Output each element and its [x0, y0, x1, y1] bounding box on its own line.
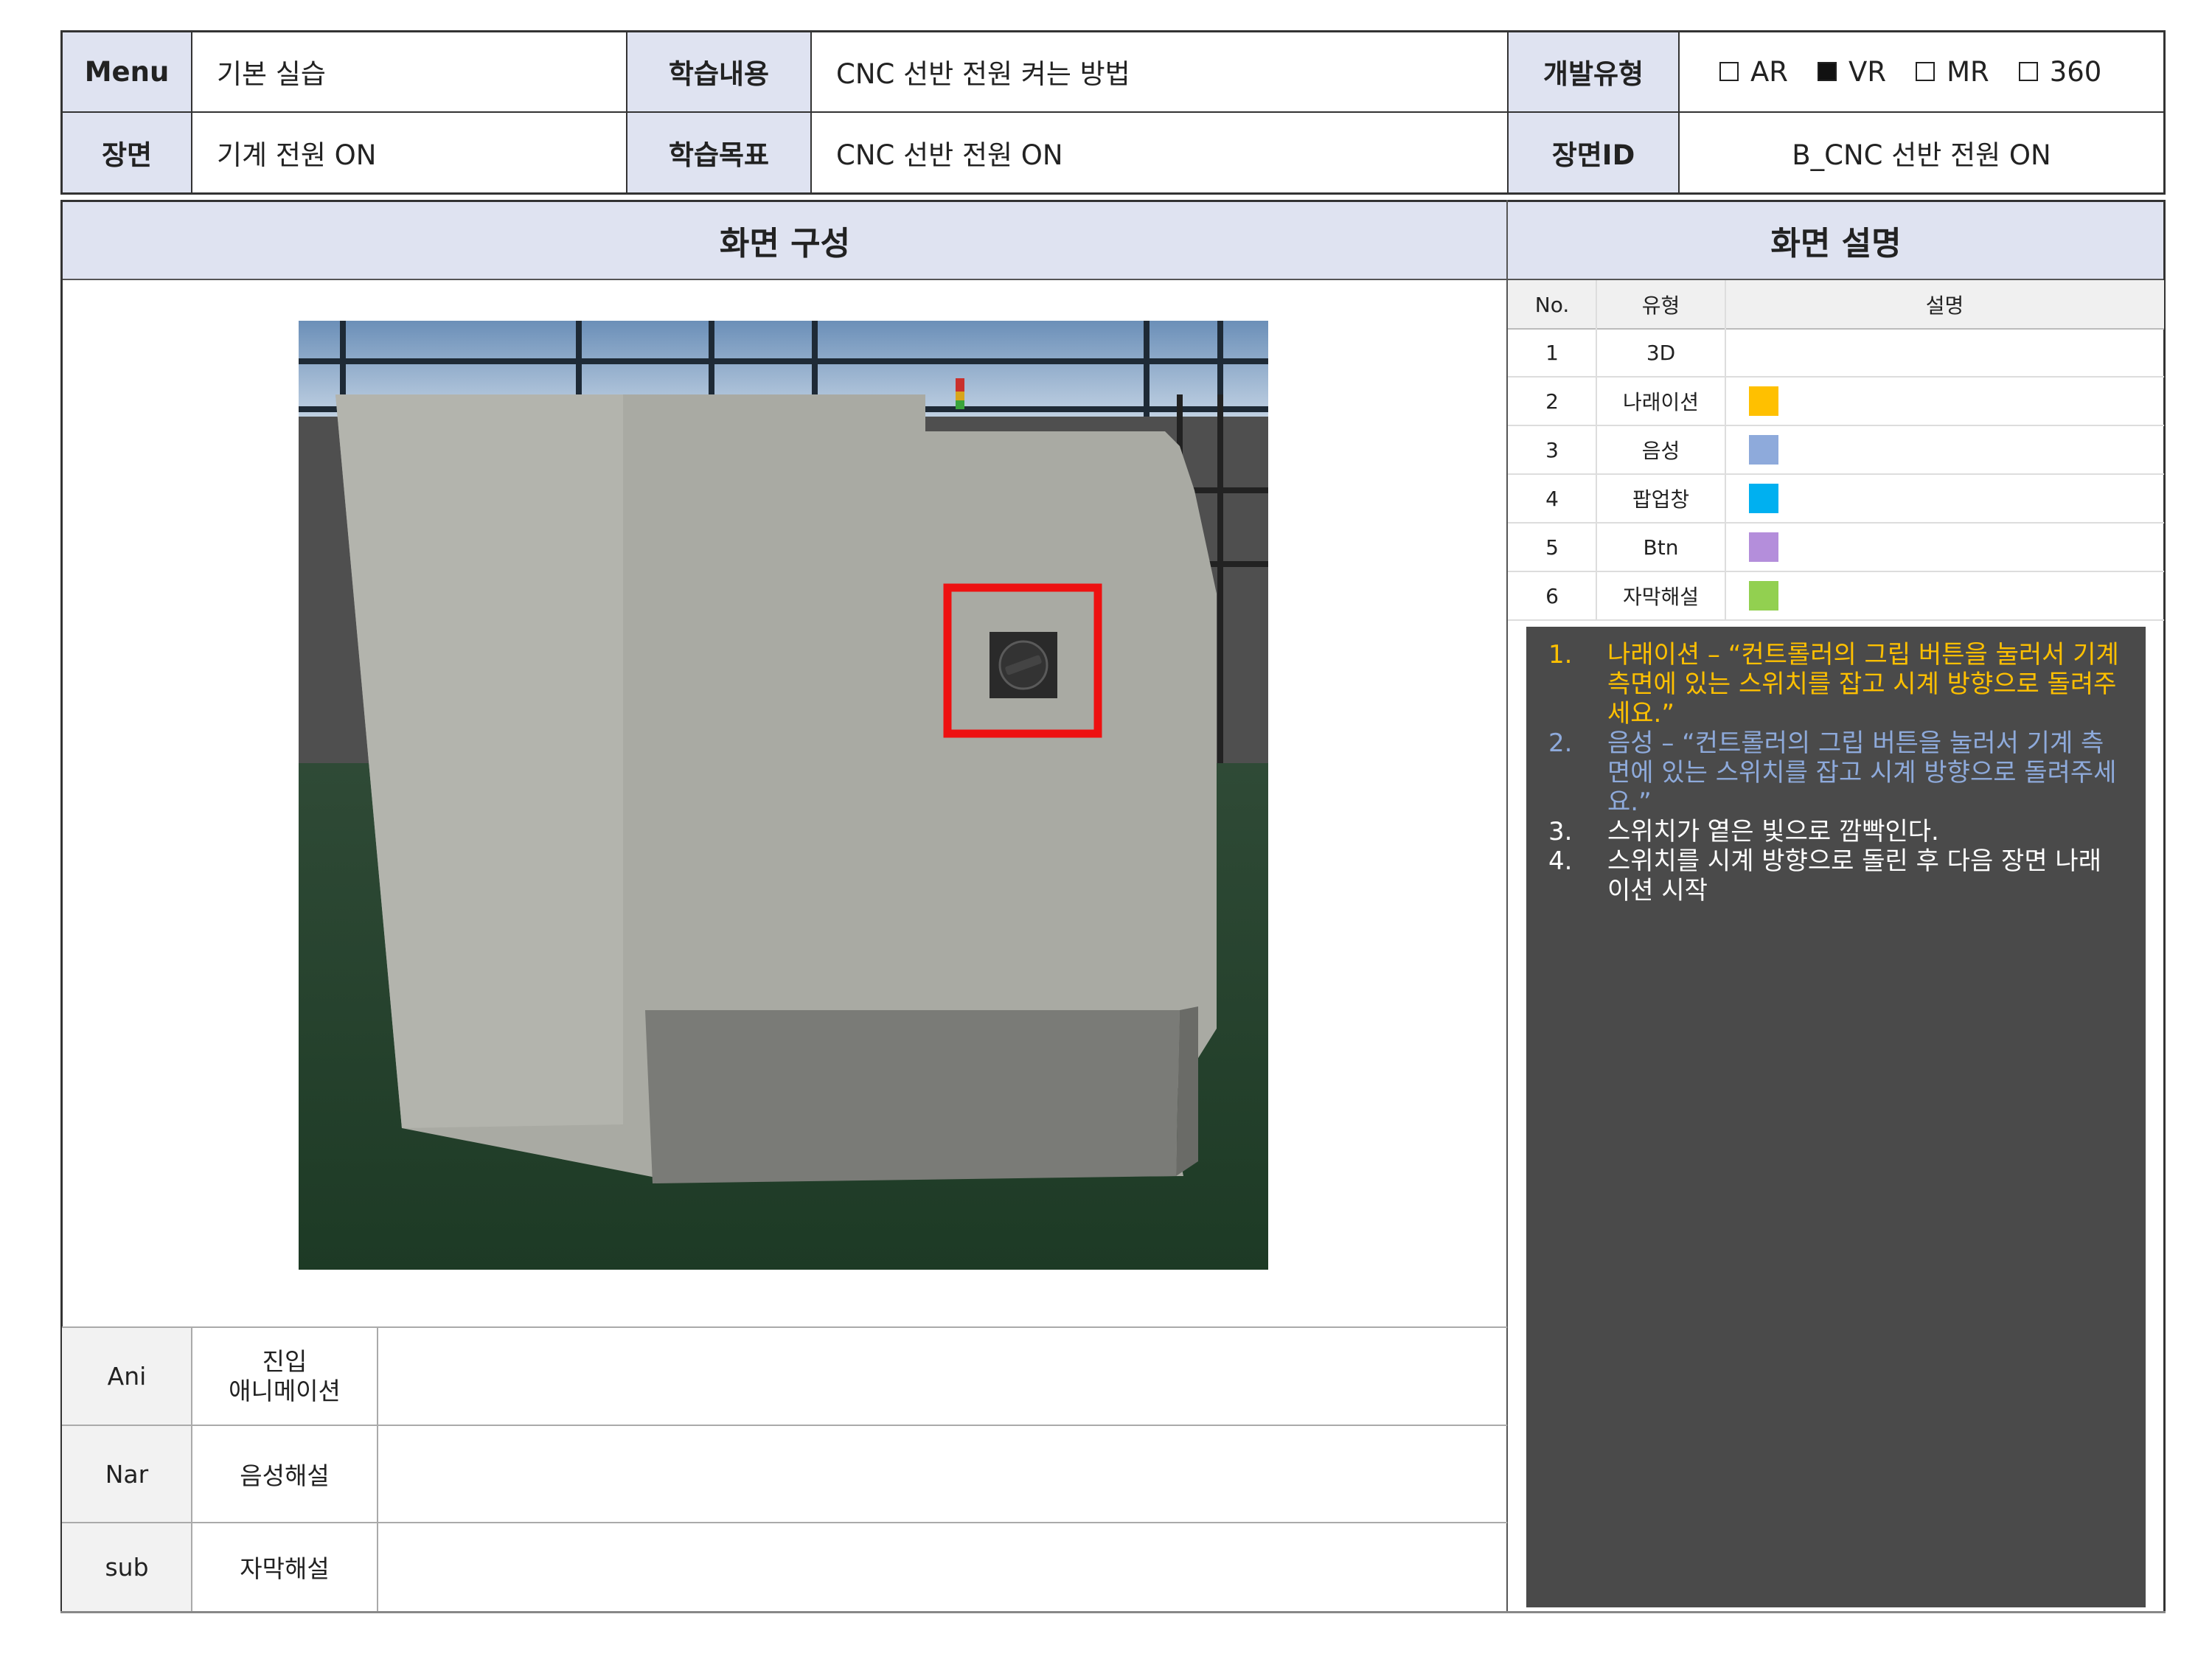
content-value-cell: CNC 선반 전원 켜는 방법 [811, 31, 1508, 112]
legend-no-3: 3 [1545, 437, 1559, 462]
devtype-options: AR VR MR 360 [1679, 31, 2164, 112]
devtype-label: 개발유형 [1543, 58, 1644, 90]
360-checkbox[interactable] [2018, 62, 2038, 81]
content-value: CNC 선반 전원 켜는 방법 [836, 58, 1130, 90]
legend-col-desc: 설명 [1925, 293, 1964, 318]
voice-color-swatch [1749, 435, 1778, 465]
goal-label-cell: 학습목표 [627, 112, 811, 193]
sub-content[interactable] [378, 1523, 1506, 1611]
description-item-2: 2. 음성 – “컨트롤러의 그립 버튼을 눌러서 기계 측면에 있는 스위치를… [1548, 728, 2117, 817]
ani-code: Ani [107, 1362, 147, 1391]
nar-label: 음성해설 [240, 1461, 330, 1490]
nar-content[interactable] [378, 1425, 1506, 1523]
scene-label-cell: 장면 [62, 112, 192, 193]
description-title: 화면 설명 [1508, 201, 2164, 279]
narration-color-swatch [1749, 386, 1778, 416]
goal-value: CNC 선반 전원 ON [836, 139, 1063, 171]
legend-type-4: 팝업창 [1632, 487, 1690, 512]
goal-label: 학습목표 [668, 139, 770, 171]
ani-label: 진입 애니메이션 [229, 1346, 341, 1405]
legend-no-6: 6 [1545, 583, 1559, 608]
devtype-label-cell: 개발유형 [1508, 31, 1679, 112]
popup-color-swatch [1749, 484, 1778, 513]
menu-label: Menu [84, 55, 170, 88]
legend-type-3: 음성 [1641, 439, 1680, 463]
mr-checkbox[interactable] [1916, 62, 1935, 81]
nar-code: Nar [105, 1459, 149, 1489]
sub-label: 자막해설 [240, 1554, 330, 1583]
vr-checkbox[interactable] [1818, 62, 1837, 81]
sceneid-label: 장면ID [1551, 139, 1635, 171]
sceneid-value: B_CNC 선반 전원 ON [1792, 139, 2051, 171]
scene-value: 기계 전원 ON [217, 139, 377, 171]
content-label-cell: 학습내용 [627, 31, 811, 112]
composition-title: 화면 구성 [62, 201, 1508, 279]
goal-value-cell: CNC 선반 전원 ON [811, 112, 1508, 193]
sceneid-label-cell: 장면ID [1508, 112, 1679, 193]
sceneid-value-cell: B_CNC 선반 전원 ON [1679, 112, 2164, 193]
legend-type-1: 3D [1646, 341, 1676, 365]
devtype-360[interactable]: 360 [2018, 56, 2101, 88]
menu-value-cell: 기본 실습 [192, 31, 627, 112]
description-item-1: 1. 나래이션 – “컨트롤러의 그립 버튼을 눌러서 기계 측면에 있는 스위… [1548, 640, 2119, 728]
devtype-vr[interactable]: VR [1818, 56, 1886, 88]
content-label: 학습내용 [668, 58, 770, 90]
ar-checkbox[interactable] [1719, 62, 1739, 81]
legend-no-4: 4 [1545, 486, 1559, 511]
description-item-3: 3. 스위치가 옅은 빛으로 깜빡인다. [1548, 817, 1939, 846]
ani-content[interactable] [378, 1327, 1506, 1425]
legend-type-5: Btn [1643, 535, 1679, 560]
scene-label: 장면 [101, 139, 153, 171]
legend-type-6: 자막해설 [1622, 585, 1700, 609]
legend-col-no: No. [1534, 292, 1570, 317]
sub-code: sub [105, 1552, 149, 1582]
scene-value-cell: 기계 전원 ON [192, 112, 627, 193]
description-list: 1. 나래이션 – “컨트롤러의 그립 버튼을 눌러서 기계 측면에 있는 스위… [1548, 640, 2124, 905]
devtype-ar[interactable]: AR [1719, 56, 1788, 88]
btn-color-swatch [1749, 532, 1778, 562]
legend-type-2: 나래이션 [1622, 390, 1700, 414]
vr-scene-screenshot [299, 321, 1268, 1270]
legend-no-2: 2 [1545, 389, 1559, 414]
legend-no-1: 1 [1545, 341, 1559, 365]
legend-col-type: 유형 [1641, 293, 1680, 318]
subtitle-color-swatch [1749, 581, 1778, 611]
legend-no-5: 5 [1545, 535, 1559, 560]
devtype-mr[interactable]: MR [1916, 56, 1989, 88]
menu-label-cell: Menu [62, 31, 192, 112]
menu-value: 기본 실습 [217, 58, 326, 90]
description-item-4: 4. 스위치를 시계 방향으로 돌린 후 다음 장면 나래이션 시작 [1548, 846, 2101, 905]
